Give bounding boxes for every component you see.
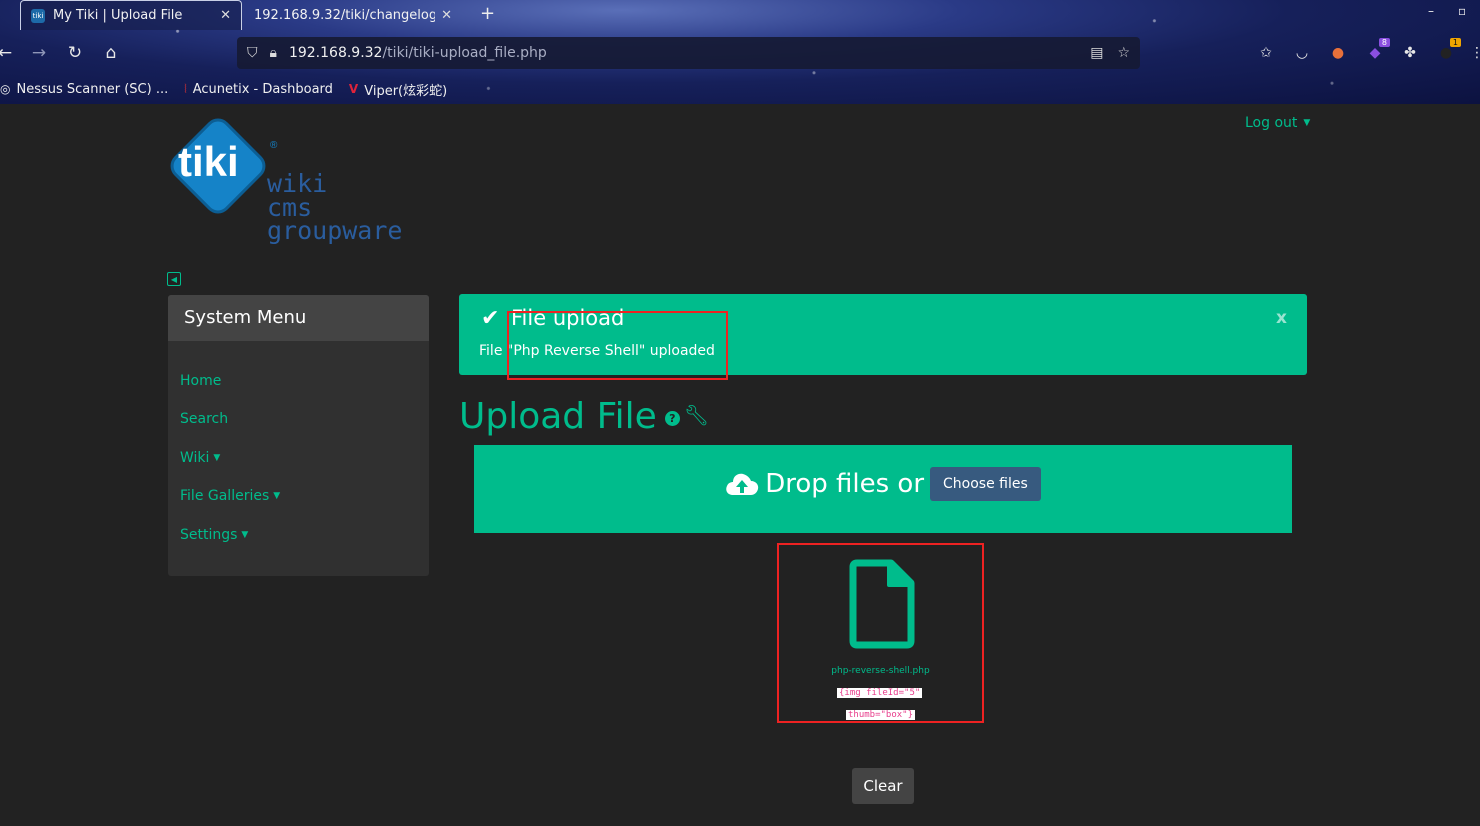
notification-icon[interactable]: ● 1 xyxy=(1437,38,1461,62)
caret-down-icon: ▼ xyxy=(213,453,221,463)
clear-button[interactable]: Clear xyxy=(852,768,914,804)
tab-title: 192.168.9.32/tiki/changelog.tx xyxy=(254,7,436,23)
url-text[interactable]: 192.168.9.32/tiki/tiki-upload_file.php xyxy=(289,45,1076,61)
page-title: Upload File? 🔧︎ xyxy=(459,396,710,437)
cloud-upload-icon xyxy=(726,473,759,495)
sidebar-item-home[interactable]: Home xyxy=(180,373,221,389)
new-tab-icon[interactable]: + xyxy=(480,3,495,24)
system-menu-title: System Menu xyxy=(168,295,429,341)
bookmarks-bar: ◎ Nessus Scanner (SC) ... ⦚ Acunetix - D… xyxy=(0,78,463,100)
shield-icon[interactable]: ⛉ xyxy=(247,45,258,61)
sidebar-item-search[interactable]: Search xyxy=(180,411,228,427)
caret-down-icon: ▼ xyxy=(241,530,249,540)
caret-down-icon: ▼ xyxy=(1303,118,1311,128)
extension-icon[interactable]: ✩ xyxy=(1257,44,1275,62)
browser-chrome: tiki My Tiki | Upload File ✕ 192.168.9.3… xyxy=(0,0,1480,104)
logo-tiki-text: tiki xyxy=(178,138,239,185)
choose-files-button[interactable]: Choose files xyxy=(930,467,1041,501)
maximize-icon[interactable]: ▫ xyxy=(1458,4,1466,18)
acunetix-icon: ⦚ xyxy=(184,81,187,96)
bookmark-viper[interactable]: V Viper(炫彩蛇) xyxy=(349,80,447,99)
sidebar-item-settings[interactable]: Settings ▼ xyxy=(180,527,248,543)
url-bar[interactable]: ⛉ 🔒︎ 192.168.9.32/tiki/tiki-upload_file.… xyxy=(237,37,1140,69)
help-icon[interactable]: ? xyxy=(664,411,680,426)
tiki-logo[interactable]: tiki ® wiki cms groupware xyxy=(166,112,416,252)
bookmark-star-icon[interactable]: ☆ xyxy=(1117,45,1130,61)
close-tab-icon[interactable]: ✕ xyxy=(441,8,452,23)
close-tab-icon[interactable]: ✕ xyxy=(220,8,231,23)
highlight-annotation xyxy=(777,543,984,723)
extension-badge-icon[interactable]: ◆ 8 xyxy=(1366,38,1390,62)
tab-upload-file[interactable]: tiki My Tiki | Upload File ✕ xyxy=(20,0,242,30)
wrench-icon[interactable]: 🔧︎ xyxy=(684,403,709,427)
minimize-icon[interactable]: – xyxy=(1428,4,1434,18)
reader-view-icon[interactable]: ▤ xyxy=(1090,45,1103,61)
menu-icon[interactable]: ⋮ xyxy=(1468,44,1480,62)
system-menu: System Menu Home Search Wiki ▼ File Galle… xyxy=(168,295,429,576)
sidebar-item-wiki[interactable]: Wiki ▼ xyxy=(180,450,220,466)
dropzone-text: Drop files or xyxy=(765,469,925,499)
pocket-icon[interactable]: ◡ xyxy=(1293,44,1311,62)
tab-changelog[interactable]: 192.168.9.32/tiki/changelog.tx ✕ xyxy=(244,0,462,30)
lock-icon[interactable]: 🔒︎ xyxy=(270,45,277,61)
highlight-annotation xyxy=(507,311,728,380)
sidebar-item-file-galleries[interactable]: File Galleries ▼ xyxy=(180,488,280,504)
caret-down-icon: ▼ xyxy=(273,491,281,501)
forward-icon[interactable]: → xyxy=(28,42,50,64)
puzzle-icon[interactable]: ✤ xyxy=(1401,44,1419,62)
close-alert-button[interactable]: x xyxy=(1276,308,1287,328)
reload-icon[interactable]: ↻ xyxy=(64,42,86,64)
tiki-favicon-icon: tiki xyxy=(31,8,45,23)
viper-icon: V xyxy=(348,82,359,96)
back-icon[interactable]: ← xyxy=(0,42,16,64)
checkmark-icon: ✔ xyxy=(481,306,500,331)
foxyproxy-icon[interactable]: ● xyxy=(1329,44,1347,62)
logout-link[interactable]: Log out ▼ xyxy=(1245,115,1310,131)
toggle-sidebar-icon[interactable]: ◀ xyxy=(167,272,181,286)
upload-dropzone[interactable]: Drop files or Choose files xyxy=(474,445,1292,533)
bookmark-nessus[interactable]: ◎ Nessus Scanner (SC) ... xyxy=(0,82,168,97)
logo-line-groupware: groupware xyxy=(267,216,402,245)
logo-registered: ® xyxy=(270,140,278,151)
tab-title: My Tiki | Upload File xyxy=(53,8,183,23)
globe-icon: ◎ xyxy=(0,82,11,96)
home-icon[interactable]: ⌂ xyxy=(100,42,122,64)
bookmark-acunetix[interactable]: ⦚ Acunetix - Dashboard xyxy=(184,82,333,97)
